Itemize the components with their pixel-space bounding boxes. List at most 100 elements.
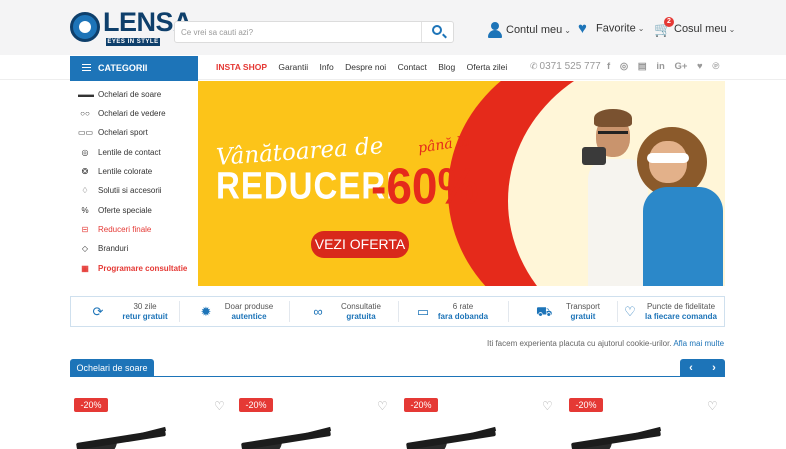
woman-body: [643, 187, 723, 286]
category-sidebar: ▬▬ Ochelari de soare ○○ Ochelari de vedere…: [70, 81, 198, 286]
nav-link-blog[interactable]: Blog: [438, 62, 455, 72]
favorite-heart-icon[interactable]: ♡: [214, 399, 225, 413]
cookie-notice: Iti facem experienta placuta cu ajutorul…: [487, 339, 724, 348]
pinterest-icon[interactable]: ℗: [712, 61, 719, 72]
sidebar-item-sunglasses[interactable]: ▬▬ Ochelari de soare: [78, 87, 161, 103]
sidebar-item-label: Ochelari de vedere: [98, 109, 166, 118]
product-image[interactable]: [571, 426, 662, 449]
search-input[interactable]: [181, 24, 411, 40]
google-plus-icon[interactable]: G+: [674, 61, 687, 72]
sidebar-item-special-offers[interactable]: % Oferte speciale: [78, 203, 152, 219]
nav-link-contact[interactable]: Contact: [398, 62, 427, 72]
tag-icon: ◇: [81, 244, 89, 253]
divider: [508, 301, 509, 322]
sidebar-item-sport[interactable]: ▭▭ Ochelari sport: [78, 125, 148, 141]
benefit-installments[interactable]: 6 rate fara dobanda: [427, 297, 499, 326]
camera-icon: [582, 147, 606, 165]
logo[interactable]: LENSA EYES IN STYLE: [70, 7, 193, 46]
section-title[interactable]: Ochelari de soare: [70, 359, 154, 377]
logo-eye-icon: [70, 12, 100, 42]
categories-label: CATEGORII: [98, 63, 148, 73]
twitter-icon[interactable]: ♥: [697, 61, 703, 72]
sidebar-item-label: Oferte speciale: [98, 206, 152, 215]
nav-link-garantii[interactable]: Garantii: [278, 62, 308, 72]
sidebar-item-label: Branduri: [98, 244, 129, 253]
benefit-line2: gratuita: [346, 312, 376, 321]
sidebar-item-final-sales[interactable]: ⊟ Reduceri finale: [78, 222, 152, 238]
divider: [289, 301, 290, 322]
badge-icon: ✹: [200, 304, 212, 319]
basket-icon: ⊟: [81, 225, 89, 234]
banner-headline: REDUCERI: [216, 164, 397, 207]
nav-link-oferta-zilei[interactable]: Oferta zilei: [467, 62, 508, 72]
man-body: [588, 159, 648, 286]
facebook-icon[interactable]: f: [607, 61, 610, 72]
nav-links: INSTA SHOP Garantii Info Despre noi Cont…: [216, 62, 516, 72]
carousel-arrows: ‹ ›: [680, 359, 725, 377]
sidebar-item-colored-lenses[interactable]: ❂ Lentile colorate: [78, 164, 153, 180]
user-icon: [488, 22, 502, 38]
carousel-next-button[interactable]: ›: [703, 359, 725, 377]
binoculars-icon: ∞: [313, 304, 323, 319]
search-button[interactable]: [421, 22, 453, 42]
social-links: f ◎ ▤ in G+ ♥ ℗: [607, 61, 726, 72]
instagram-icon[interactable]: ◎: [620, 61, 628, 72]
account-menu[interactable]: Contul meu ⌄: [488, 22, 571, 38]
cookie-text: Iti facem experienta placuta cu ajutorul…: [487, 339, 672, 348]
search-icon: [432, 25, 442, 35]
carousel-prev-button[interactable]: ‹: [680, 359, 702, 377]
product-card[interactable]: -20% ♡: [404, 398, 564, 449]
sidebar-item-appointment[interactable]: ▦ Programare consultatie: [78, 261, 187, 277]
banner-woman-photo: [637, 121, 723, 286]
sidebar-item-eyeglasses[interactable]: ○○ Ochelari de vedere: [78, 106, 166, 122]
cookie-learn-more-link[interactable]: Afla mai multe: [673, 339, 724, 348]
phone-number[interactable]: ✆ 0371 525 777: [530, 61, 601, 72]
favorite-heart-icon[interactable]: ♡: [542, 399, 553, 413]
sidebar-item-contact-lenses[interactable]: ◎ Lentile de contact: [78, 145, 161, 161]
sidebar-item-solutions[interactable]: ♢ Solutii si accesorii: [78, 183, 162, 199]
benefit-consultation[interactable]: Consultatie gratuita: [325, 297, 397, 326]
page: LENSA EYES IN STYLE Contul meu⌄ ♥Favorit…: [0, 0, 786, 449]
cart-label: Cosul meu: [674, 22, 727, 35]
benefit-loyalty[interactable]: Puncte de fidelitate la fiecare comanda: [639, 297, 723, 326]
nav-link-info[interactable]: Info: [320, 62, 334, 72]
categories-button[interactable]: CATEGORII: [70, 56, 198, 81]
divider: [179, 301, 180, 322]
linkedin-icon[interactable]: in: [656, 61, 664, 72]
sidebar-item-label: Solutii si accesorii: [98, 186, 162, 195]
favorite-heart-icon[interactable]: ♡: [377, 399, 388, 413]
benefit-line2: retur gratuit: [122, 312, 168, 321]
benefit-line1: Puncte de fidelitate: [646, 302, 716, 311]
nav-link-despre-noi[interactable]: Despre noi: [345, 62, 386, 72]
banner-man-photo: [582, 91, 648, 286]
cart-menu[interactable]: 🛒 2 Cosul meu ⌄: [654, 17, 735, 36]
divider: [398, 301, 399, 322]
product-card[interactable]: -20% ♡: [239, 398, 399, 449]
woman-sunglasses: [647, 153, 689, 163]
product-card[interactable]: -20% ♡: [74, 398, 234, 449]
sport-glasses-icon: ▭▭: [78, 128, 94, 137]
benefit-line2: autentice: [231, 312, 267, 321]
nav-link-insta-shop[interactable]: INSTA SHOP: [216, 62, 267, 72]
sidebar-item-label: Programare consultatie: [98, 264, 188, 273]
youtube-icon[interactable]: ▤: [638, 61, 647, 72]
sidebar-item-brands[interactable]: ◇ Branduri: [78, 241, 128, 257]
product-image[interactable]: [76, 426, 167, 449]
banner-cta-button[interactable]: VEZI OFERTA: [311, 231, 409, 258]
benefit-line1: 6 rate: [452, 302, 474, 311]
benefit-line1: Transport: [566, 302, 600, 311]
account-label: Contul meu: [506, 23, 563, 36]
benefit-return[interactable]: 30 zile retur gratuit: [109, 297, 181, 326]
man-hair: [594, 109, 632, 127]
benefit-shipping[interactable]: Transport gratuit: [547, 297, 619, 326]
phone-text: 0371 525 777: [539, 61, 601, 72]
benefit-line1: Consultatie: [340, 302, 382, 311]
product-image[interactable]: [241, 426, 332, 449]
benefit-authentic[interactable]: Doar produse autentice: [213, 297, 285, 326]
favorite-heart-icon[interactable]: ♡: [707, 399, 718, 413]
benefit-line2: fara dobanda: [437, 312, 489, 321]
favorites-menu[interactable]: ♥ Favorite ⌄: [578, 21, 644, 36]
hero-banner[interactable]: Vânătoarea de până la REDUCERI -60% VEZI…: [198, 81, 725, 286]
product-card[interactable]: -20% ♡: [569, 398, 729, 449]
product-image[interactable]: [406, 426, 497, 449]
